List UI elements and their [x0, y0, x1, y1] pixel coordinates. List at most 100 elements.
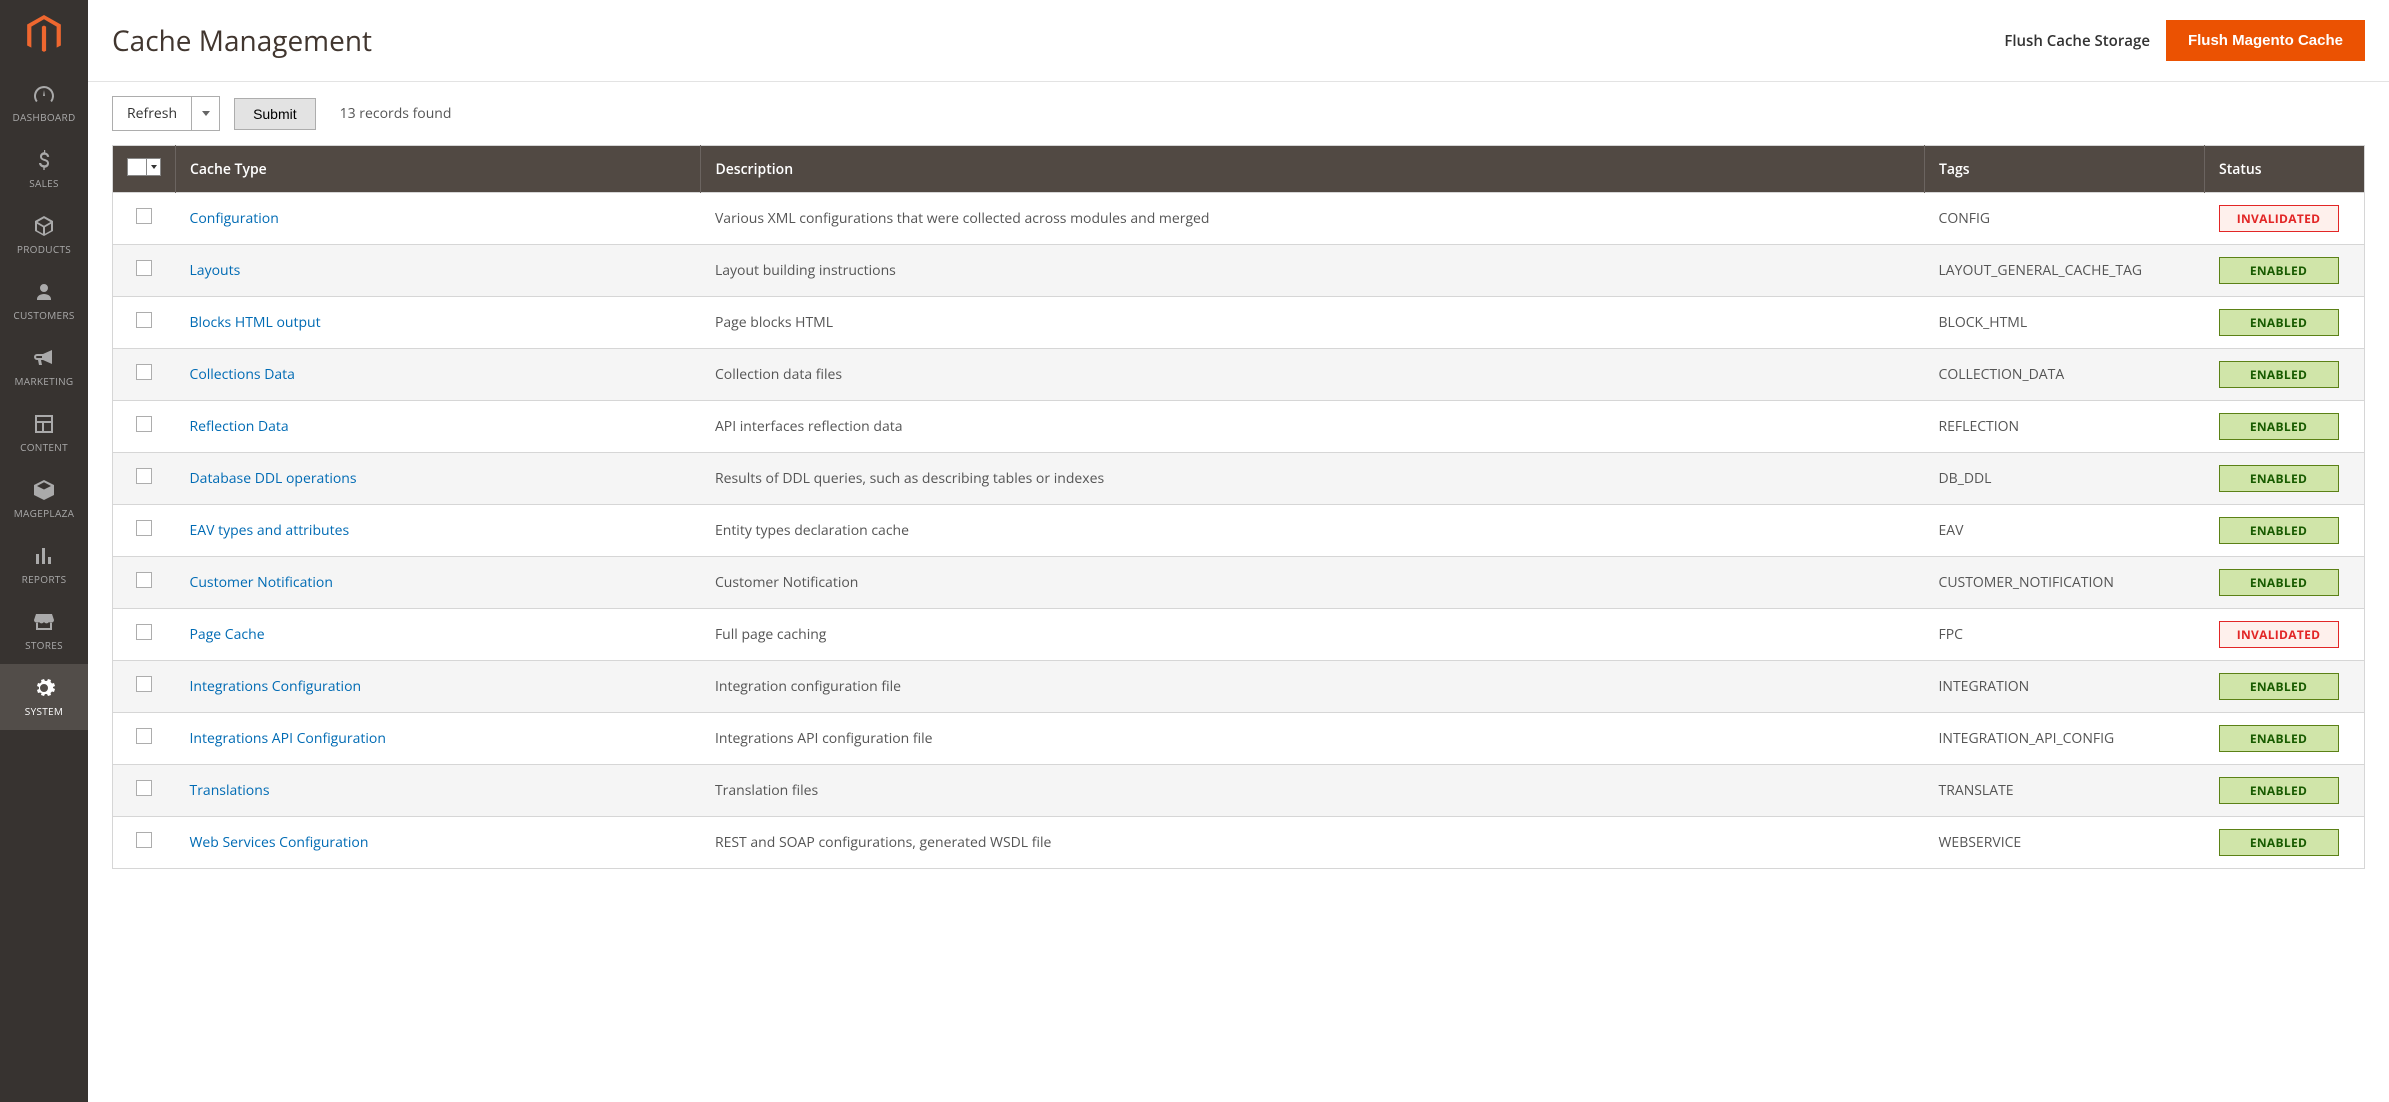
- sidebar-item-mageplaza[interactable]: MAGEPLAZA: [0, 466, 88, 532]
- row-checkbox[interactable]: [136, 832, 152, 848]
- description-cell: Customer Notification: [701, 557, 1925, 609]
- tags-cell: CUSTOMER_NOTIFICATION: [1925, 557, 2205, 609]
- sidebar-item-dashboard[interactable]: DASHBOARD: [0, 70, 88, 136]
- row-checkbox[interactable]: [136, 676, 152, 692]
- status-badge: ENABLED: [2219, 569, 2339, 596]
- table-row[interactable]: Database DDL operationsResults of DDL qu…: [113, 453, 2365, 505]
- magento-logo[interactable]: [0, 0, 88, 70]
- select-all-checkbox[interactable]: [128, 159, 146, 175]
- row-checkbox[interactable]: [136, 728, 152, 744]
- submit-button[interactable]: Submit: [234, 98, 316, 130]
- table-row[interactable]: Integrations ConfigurationIntegration co…: [113, 661, 2365, 713]
- table-row[interactable]: Collections DataCollection data filesCOL…: [113, 349, 2365, 401]
- status-cell: ENABLED: [2205, 349, 2365, 401]
- row-checkbox[interactable]: [136, 260, 152, 276]
- mass-action-label: Refresh: [112, 96, 192, 131]
- sidebar-item-label: MAGEPLAZA: [14, 506, 74, 520]
- cache-type-cell[interactable]: Configuration: [176, 193, 701, 245]
- row-checkbox[interactable]: [136, 780, 152, 796]
- status-badge: ENABLED: [2219, 465, 2339, 492]
- table-row[interactable]: TranslationsTranslation filesTRANSLATEEN…: [113, 765, 2365, 817]
- sidebar-item-label: CUSTOMERS: [13, 308, 74, 322]
- table-row[interactable]: Page CacheFull page cachingFPCINVALIDATE…: [113, 609, 2365, 661]
- col-header-status[interactable]: Status: [2205, 146, 2365, 193]
- tags-cell: INTEGRATION: [1925, 661, 2205, 713]
- cache-type-cell[interactable]: Page Cache: [176, 609, 701, 661]
- cache-type-cell[interactable]: Integrations Configuration: [176, 661, 701, 713]
- sidebar-item-stores[interactable]: STORES: [0, 598, 88, 664]
- col-header-description[interactable]: Description: [701, 146, 1925, 193]
- description-cell: Integrations API configuration file: [701, 713, 1925, 765]
- cache-type-cell[interactable]: Reflection Data: [176, 401, 701, 453]
- chevron-down-icon[interactable]: [192, 96, 220, 131]
- table-row[interactable]: EAV types and attributesEntity types dec…: [113, 505, 2365, 557]
- status-badge: INVALIDATED: [2219, 205, 2339, 232]
- header: Cache Management Flush Cache Storage Flu…: [88, 0, 2389, 82]
- cache-type-cell[interactable]: Integrations API Configuration: [176, 713, 701, 765]
- table-row[interactable]: Integrations API ConfigurationIntegratio…: [113, 713, 2365, 765]
- status-badge: ENABLED: [2219, 257, 2339, 284]
- status-cell: ENABLED: [2205, 557, 2365, 609]
- table-row[interactable]: Reflection DataAPI interfaces reflection…: [113, 401, 2365, 453]
- gauge-icon: [32, 82, 56, 106]
- description-cell: Page blocks HTML: [701, 297, 1925, 349]
- cache-type-cell[interactable]: Translations: [176, 765, 701, 817]
- header-actions: Flush Cache Storage Flush Magento Cache: [2004, 20, 2365, 61]
- cache-type-cell[interactable]: Customer Notification: [176, 557, 701, 609]
- sidebar-item-label: REPORTS: [22, 572, 67, 586]
- row-checkbox[interactable]: [136, 572, 152, 588]
- cache-type-cell[interactable]: Database DDL operations: [176, 453, 701, 505]
- tags-cell: EAV: [1925, 505, 2205, 557]
- col-header-checkbox[interactable]: [113, 146, 176, 193]
- flush-cache-storage-link[interactable]: Flush Cache Storage: [2004, 31, 2150, 51]
- sidebar-item-label: CONTENT: [20, 440, 68, 454]
- status-cell: ENABLED: [2205, 817, 2365, 869]
- table-row[interactable]: LayoutsLayout building instructionsLAYOU…: [113, 245, 2365, 297]
- table-row[interactable]: Customer NotificationCustomer Notificati…: [113, 557, 2365, 609]
- row-checkbox[interactable]: [136, 624, 152, 640]
- status-badge: ENABLED: [2219, 829, 2339, 856]
- row-checkbox[interactable]: [136, 520, 152, 536]
- sidebar-item-products[interactable]: PRODUCTS: [0, 202, 88, 268]
- description-cell: Translation files: [701, 765, 1925, 817]
- flush-magento-cache-button[interactable]: Flush Magento Cache: [2166, 20, 2365, 61]
- sidebar-item-sales[interactable]: SALES: [0, 136, 88, 202]
- sidebar-item-reports[interactable]: REPORTS: [0, 532, 88, 598]
- table-row[interactable]: Blocks HTML outputPage blocks HTMLBLOCK_…: [113, 297, 2365, 349]
- cache-type-cell[interactable]: Collections Data: [176, 349, 701, 401]
- table-row[interactable]: Web Services ConfigurationREST and SOAP …: [113, 817, 2365, 869]
- row-checkbox[interactable]: [136, 468, 152, 484]
- row-checkbox[interactable]: [136, 312, 152, 328]
- status-badge: ENABLED: [2219, 673, 2339, 700]
- tags-cell: LAYOUT_GENERAL_CACHE_TAG: [1925, 245, 2205, 297]
- status-cell: INVALIDATED: [2205, 609, 2365, 661]
- col-header-tags[interactable]: Tags: [1925, 146, 2205, 193]
- table-row[interactable]: ConfigurationVarious XML configurations …: [113, 193, 2365, 245]
- tags-cell: BLOCK_HTML: [1925, 297, 2205, 349]
- gear-icon: [32, 676, 56, 700]
- col-header-cache-type[interactable]: Cache Type: [176, 146, 701, 193]
- row-checkbox[interactable]: [136, 208, 152, 224]
- cache-type-cell[interactable]: Web Services Configuration: [176, 817, 701, 869]
- sidebar-item-label: SALES: [29, 176, 59, 190]
- sidebar-item-label: SYSTEM: [25, 704, 63, 718]
- chevron-down-icon[interactable]: [146, 159, 160, 175]
- sidebar: DASHBOARD SALES PRODUCTS CUSTOMERS MARKE…: [0, 0, 88, 1102]
- cache-type-cell[interactable]: Blocks HTML output: [176, 297, 701, 349]
- status-cell: ENABLED: [2205, 505, 2365, 557]
- status-cell: ENABLED: [2205, 245, 2365, 297]
- tags-cell: INTEGRATION_API_CONFIG: [1925, 713, 2205, 765]
- sidebar-item-marketing[interactable]: MARKETING: [0, 334, 88, 400]
- row-checkbox[interactable]: [136, 364, 152, 380]
- sidebar-item-content[interactable]: CONTENT: [0, 400, 88, 466]
- description-cell: Entity types declaration cache: [701, 505, 1925, 557]
- mass-action-select[interactable]: Refresh: [112, 96, 220, 131]
- description-cell: Collection data files: [701, 349, 1925, 401]
- description-cell: REST and SOAP configurations, generated …: [701, 817, 1925, 869]
- tags-cell: DB_DDL: [1925, 453, 2205, 505]
- cache-type-cell[interactable]: EAV types and attributes: [176, 505, 701, 557]
- sidebar-item-customers[interactable]: CUSTOMERS: [0, 268, 88, 334]
- sidebar-item-system[interactable]: SYSTEM: [0, 664, 88, 730]
- row-checkbox[interactable]: [136, 416, 152, 432]
- cache-type-cell[interactable]: Layouts: [176, 245, 701, 297]
